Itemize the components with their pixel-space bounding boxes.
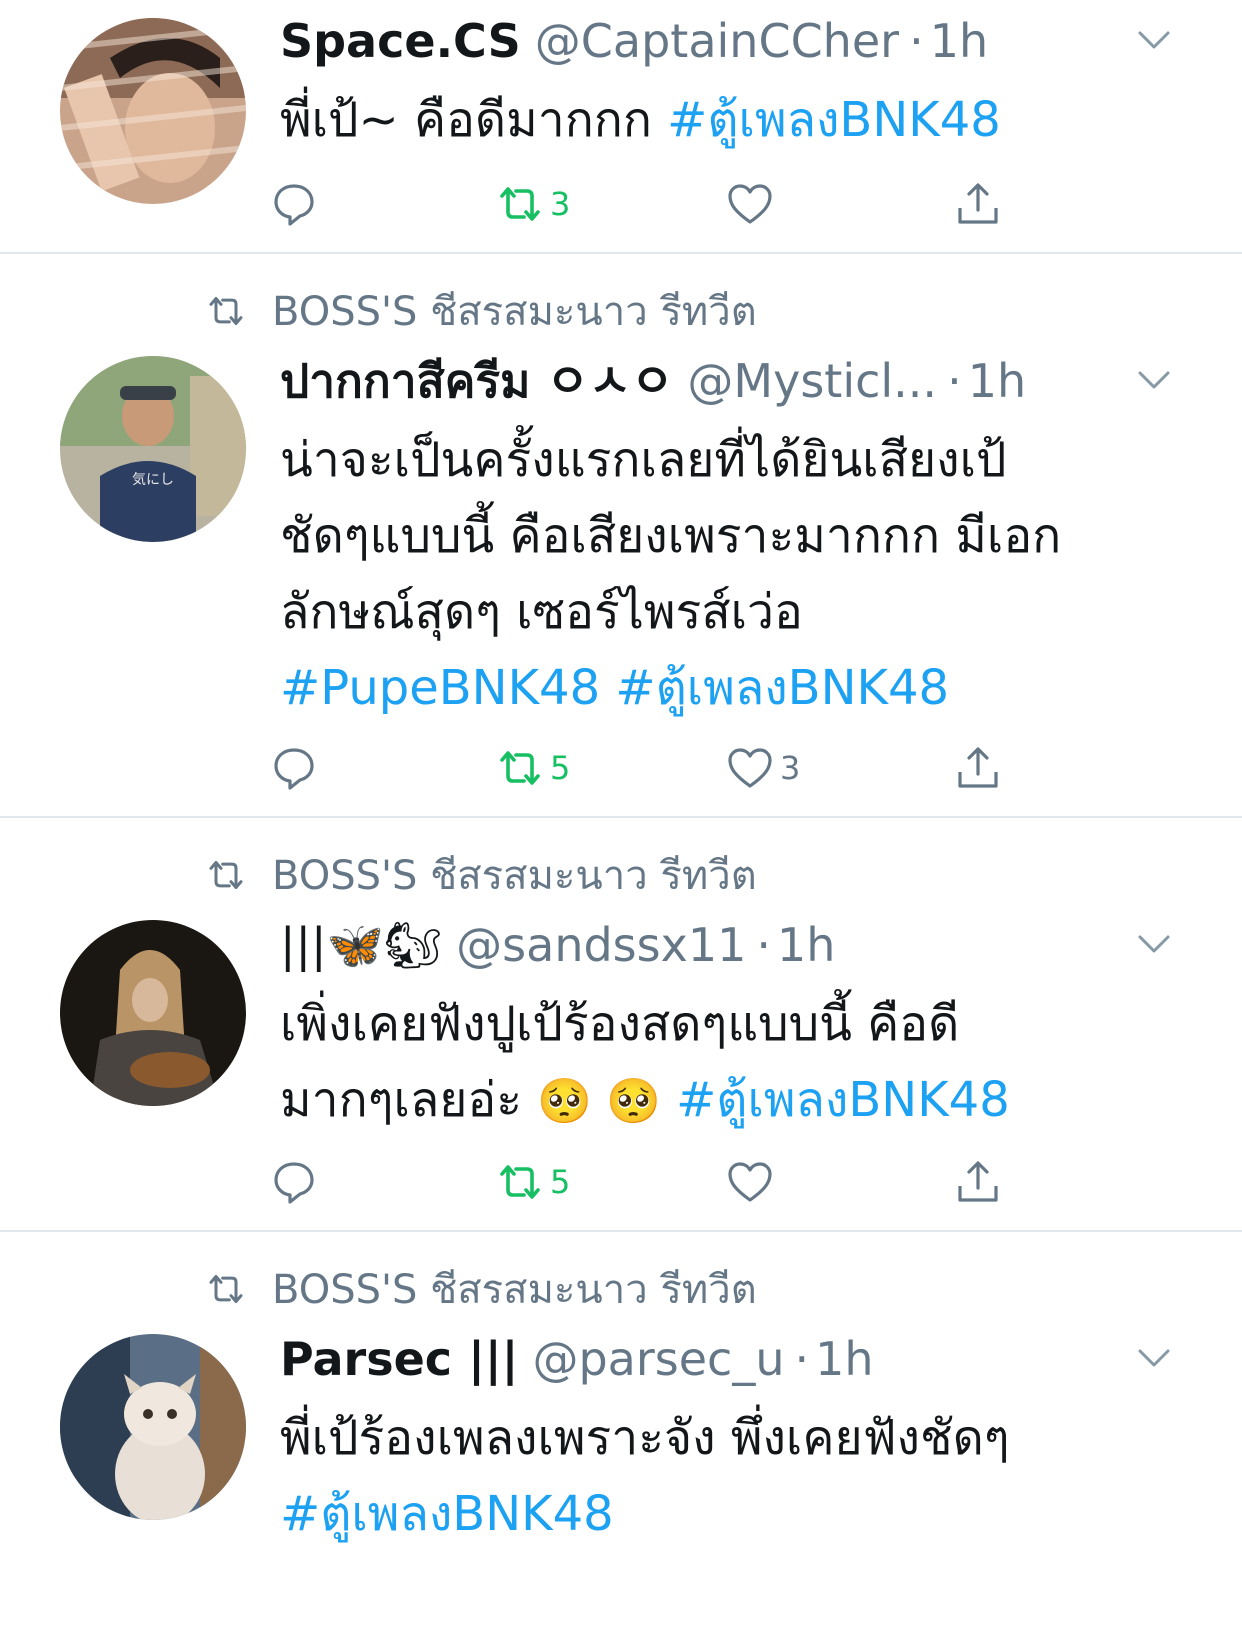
share-button[interactable] [954, 1154, 1002, 1210]
tweet-actions: 5 [270, 1154, 1050, 1210]
avatar[interactable] [60, 18, 246, 204]
hashtag-link[interactable]: #ตู้เพลงBNK48 [667, 92, 1001, 148]
share-button[interactable] [954, 176, 1002, 232]
retweeted-by-line: BOSS'S ชีสรสมะนาว รีทวีต [200, 1264, 757, 1314]
chevron-down-icon[interactable] [1136, 22, 1172, 58]
svg-text:気にし: 気にし [132, 472, 174, 488]
share-icon [954, 180, 1002, 228]
tweet[interactable]: BOSS'S ชีสรสมะนาว รีทวีต 気にし ปากกาสีครีม… [0, 254, 1242, 818]
tweet-header: Space.CS @CaptainCCher · 1h [280, 8, 1092, 74]
author-name[interactable]: Space.CS [280, 14, 521, 68]
retweet-count: 5 [550, 1163, 571, 1201]
separator-dot: · [909, 14, 924, 68]
like-button[interactable] [726, 176, 780, 232]
reply-button[interactable] [270, 740, 324, 796]
separator-dot: · [794, 1332, 810, 1386]
timestamp[interactable]: 1h [930, 14, 988, 68]
retweet-icon [496, 1158, 544, 1206]
tweet[interactable]: BOSS'S ชีสรสมะนาว รีทวีต |||🦋🐿 @sandssx1… [0, 818, 1242, 1232]
tweet[interactable]: Space.CS @CaptainCCher · 1h พี่เป้~ คือด… [0, 0, 1242, 254]
reply-button[interactable] [270, 176, 324, 232]
retweet-icon [496, 180, 544, 228]
like-button[interactable]: 3 [726, 740, 800, 796]
author-handle[interactable]: @CaptainCCher [535, 14, 899, 68]
retweet-icon [200, 291, 252, 331]
retweeted-by-line: BOSS'S ชีสรสมะนาว รีทวีต [200, 850, 757, 900]
tweet-text-line: น่าจะเป็นครั้งแรกเลยที่ได้ยินเสียงเป้ [280, 432, 1007, 488]
avatar-image: 気にし [60, 356, 246, 542]
share-button[interactable] [954, 740, 1002, 796]
tweet-text: พี่เป้ร้องเพลงเพราะจัง พึ่งเคยฟังชัดๆ #ต… [280, 1400, 1182, 1552]
tweet[interactable]: BOSS'S ชีสรสมะนาว รีทวีต Parsec ||| @par… [0, 1232, 1242, 1631]
avatar-image [60, 920, 246, 1106]
tweet-text-body: พี่เป้~ คือดีมากกก [280, 92, 668, 148]
share-icon [954, 1158, 1002, 1206]
author-name[interactable]: ปากกาสีครีม ㅇㅅㅇ [280, 348, 673, 414]
hashtag-link[interactable]: #ตู้เพลงBNK48 [280, 1476, 1182, 1552]
retweet-icon [496, 744, 544, 792]
tweet-text: น่าจะเป็นครั้งแรกเลยที่ได้ยินเสียงเป้ ชั… [280, 422, 1182, 726]
heart-icon [726, 180, 774, 228]
retweet-button[interactable]: 3 [496, 176, 570, 232]
tweet-actions: 3 [270, 176, 1050, 232]
tweet-header: |||🦋🐿 @sandssx11 · 1h [280, 912, 1092, 978]
avatar[interactable]: 気にし [60, 356, 246, 542]
hashtag-link[interactable]: #ตู้เพลงBNK48 [676, 1072, 1010, 1128]
heart-icon [726, 1158, 774, 1206]
tweet-header: Parsec ||| @parsec_u · 1h [280, 1326, 1092, 1392]
avatar[interactable] [60, 920, 246, 1106]
avatar-image [60, 1334, 246, 1520]
share-icon [954, 744, 1002, 792]
author-handle[interactable]: @sandssx11 [456, 918, 746, 972]
chevron-down-icon[interactable] [1136, 362, 1172, 398]
author-name[interactable]: |||🦋🐿 [280, 918, 442, 973]
retweeted-by-text[interactable]: BOSS'S ชีสรสมะนาว รีทวีต [272, 279, 757, 343]
tweet-text: พี่เป้~ คือดีมากกก #ตู้เพลงBNK48 [280, 82, 1182, 158]
tweet-text-line: ชัดๆแบบนี้ คือเสียงเพราะมากกก มีเอก [280, 508, 1062, 564]
tweet-actions: 5 3 [270, 740, 1050, 796]
retweeted-by-text[interactable]: BOSS'S ชีสรสมะนาว รีทวีต [272, 843, 757, 907]
retweeted-by-text[interactable]: BOSS'S ชีสรสมะนาว รีทวีต [272, 1257, 757, 1321]
tweet-header: ปากกาสีครีม ㅇㅅㅇ @Mysticl... · 1h [280, 348, 1092, 414]
retweet-icon [200, 855, 252, 895]
avatar[interactable] [60, 1334, 246, 1520]
retweet-button[interactable]: 5 [496, 740, 570, 796]
retweet-icon [200, 1269, 252, 1309]
tweet-text-line-2: มากๆเลยอ่ะ 🥺 🥺 #ตู้เพลงBNK48 [280, 1062, 1182, 1140]
timestamp[interactable]: 1h [815, 1332, 873, 1386]
reply-icon [270, 180, 318, 228]
reply-button[interactable] [270, 1154, 324, 1210]
avatar-image [60, 18, 246, 204]
author-handle[interactable]: @parsec_u [532, 1332, 784, 1386]
pleading-face-emoji: 🥺 🥺 [537, 1076, 661, 1127]
heart-icon [726, 744, 774, 792]
tweet-text: เพิ่งเคยฟังปูเป้ร้องสดๆแบบนี้ คือดี มากๆ… [280, 986, 1182, 1140]
retweet-count: 3 [550, 185, 571, 223]
like-button[interactable] [726, 1154, 780, 1210]
timestamp[interactable]: 1h [968, 354, 1026, 408]
retweet-count: 5 [550, 749, 571, 787]
tweet-text-body: มากๆเลยอ่ะ [280, 1072, 538, 1128]
hashtag-link[interactable]: #PupeBNK48 #ตู้เพลงBNK48 [280, 650, 1182, 726]
tweet-text-line: พี่เป้ร้องเพลงเพราะจัง พึ่งเคยฟังชัดๆ [280, 1410, 1010, 1466]
tweet-text-line: ลักษณ์สุดๆ เซอร์ไพรส์เว่อ [280, 584, 803, 640]
chevron-down-icon[interactable] [1136, 1340, 1172, 1376]
reply-icon [270, 1158, 318, 1206]
like-count: 3 [780, 749, 801, 787]
author-name[interactable]: Parsec ||| [280, 1332, 518, 1386]
retweeted-by-line: BOSS'S ชีสรสมะนาว รีทวีต [200, 286, 757, 336]
timestamp[interactable]: 1h [777, 918, 835, 972]
separator-dot: · [947, 354, 962, 408]
reply-icon [270, 744, 318, 792]
separator-dot: · [756, 918, 771, 972]
author-handle[interactable]: @Mysticl... [687, 354, 937, 408]
tweet-text-line: เพิ่งเคยฟังปูเป้ร้องสดๆแบบนี้ คือดี [280, 996, 960, 1052]
retweet-button[interactable]: 5 [496, 1154, 570, 1210]
chevron-down-icon[interactable] [1136, 926, 1172, 962]
